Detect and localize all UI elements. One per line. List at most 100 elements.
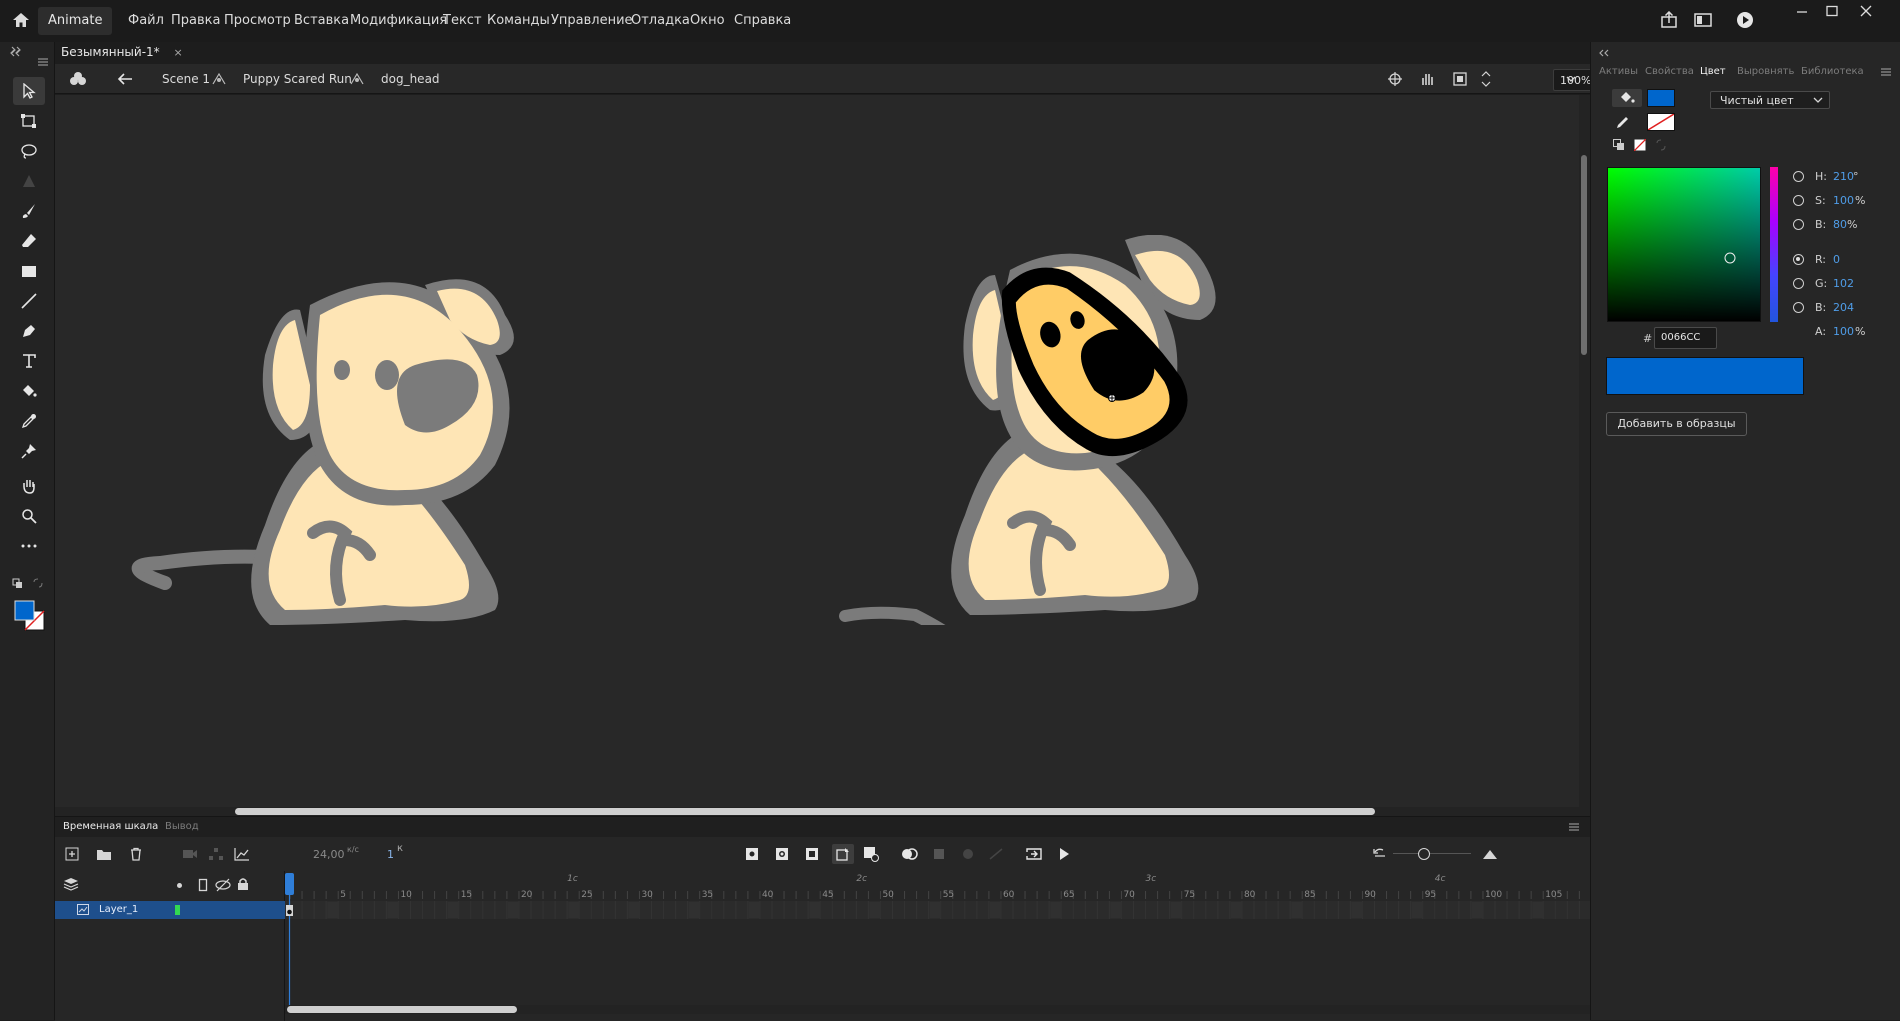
highlight-layers-icon[interactable]	[177, 883, 182, 888]
add-to-swatches-button[interactable]: Добавить в образцы	[1606, 412, 1747, 436]
stroke-color-swatch[interactable]	[1647, 113, 1675, 131]
hide-layers-icon[interactable]	[215, 878, 231, 892]
tab-properties[interactable]: Свойства	[1645, 66, 1694, 77]
breadcrumb-dog-head[interactable]: dog_head	[381, 72, 440, 86]
document-tab[interactable]: Безымянный-1* ×	[61, 45, 183, 63]
menu-debug[interactable]: Отладка	[631, 13, 690, 28]
rotate-stage-icon[interactable]	[1419, 71, 1437, 87]
stroke-fill-swatch[interactable]	[14, 600, 46, 632]
back-arrow-icon[interactable]	[117, 72, 133, 86]
test-movie-icon[interactable]	[1736, 11, 1754, 29]
tab-assets[interactable]: Активы	[1599, 66, 1638, 77]
center-stage-icon[interactable]	[1387, 71, 1403, 87]
no-color-icon[interactable]	[1634, 139, 1646, 151]
pin-tool-icon[interactable]	[13, 437, 45, 465]
home-icon[interactable]	[12, 12, 30, 28]
insert-keyframe-icon[interactable]	[743, 846, 761, 862]
auto-keyframe-icon[interactable]	[832, 844, 854, 864]
tab-color[interactable]: Цвет	[1700, 66, 1726, 77]
tab-library[interactable]: Библиотека	[1801, 66, 1864, 77]
tab-timeline[interactable]: Временная шкала	[63, 821, 158, 832]
alpha-value[interactable]: 100	[1833, 325, 1854, 338]
app-name-tab[interactable]: Animate	[38, 7, 113, 35]
breadcrumb-puppy-symbol[interactable]: Puppy Scared Run	[243, 72, 352, 86]
radio-red[interactable]	[1793, 254, 1804, 265]
layer-name[interactable]: Layer_1	[99, 904, 138, 915]
timeline-scroll-thumb[interactable]	[287, 1006, 517, 1013]
timeline-horizontal-scrollbar[interactable]	[285, 1005, 1590, 1014]
swap-colors-icon[interactable]	[33, 578, 43, 588]
panel-menu-icon[interactable]	[1881, 68, 1891, 76]
frame-zoom-slider[interactable]	[1393, 853, 1471, 854]
rectangle-tool-icon[interactable]	[13, 257, 45, 285]
workspace-icon[interactable]	[1694, 12, 1712, 28]
vertical-scroll-thumb[interactable]	[1581, 155, 1587, 355]
insert-blank-frame-icon[interactable]	[862, 846, 880, 862]
black-white-icon[interactable]	[1613, 139, 1625, 151]
fill-color-swatch[interactable]	[1647, 89, 1675, 107]
hue-slider[interactable]	[1769, 167, 1779, 322]
menu-commands[interactable]: Команды	[487, 13, 550, 28]
line-tool-icon[interactable]	[13, 287, 45, 315]
frames-area[interactable]: 5 10 15 20 25 30 35 40 45 50 55 60 65 70 75 80 85 90 95 100…	[285, 871, 1590, 1021]
default-colors-icon[interactable]	[12, 578, 24, 590]
loop-playback-icon[interactable]	[1025, 846, 1043, 862]
fps-value[interactable]: 24,00	[313, 848, 345, 861]
new-layer-icon[interactable]	[63, 846, 81, 862]
free-transform-tool-icon[interactable]	[13, 107, 45, 135]
stage-canvas[interactable]	[55, 95, 1579, 807]
stage-vertical-scrollbar[interactable]	[1579, 95, 1590, 807]
frame-zoom-handle[interactable]	[1418, 848, 1430, 860]
menu-text[interactable]: Текст	[443, 13, 482, 28]
outline-layers-icon[interactable]	[198, 878, 208, 892]
zoom-frames-icon[interactable]	[1481, 846, 1499, 862]
lock-layers-icon[interactable]	[237, 877, 249, 891]
menu-modify[interactable]: Модификация	[350, 13, 447, 28]
red-value[interactable]: 0	[1833, 253, 1840, 266]
tab-align[interactable]: Выровнять	[1737, 66, 1794, 77]
stroke-pencil-icon[interactable]	[1615, 114, 1631, 130]
saturation-value[interactable]: 100	[1833, 194, 1854, 207]
fill-color-toggle[interactable]	[1612, 89, 1642, 107]
play-icon[interactable]	[1055, 846, 1073, 862]
stage-horizontal-scrollbar[interactable]	[55, 807, 1590, 816]
expand-panels-icon[interactable]	[11, 45, 21, 55]
radio-saturation[interactable]	[1793, 195, 1804, 206]
tools-menu-icon[interactable]	[38, 58, 48, 66]
menu-file[interactable]: Файл	[128, 13, 164, 28]
layer-row[interactable]: Layer_1	[55, 901, 285, 919]
brush-tool-icon[interactable]	[13, 197, 45, 225]
current-frame[interactable]: 1	[387, 848, 394, 861]
menu-view[interactable]: Просмотр	[224, 13, 291, 28]
more-tools-icon[interactable]	[13, 532, 45, 560]
maximize-icon[interactable]	[1825, 5, 1839, 17]
onion-skin-icon[interactable]	[901, 846, 919, 862]
zoom-tool-icon[interactable]	[13, 502, 45, 530]
new-folder-icon[interactable]	[95, 846, 113, 862]
color-picker-field[interactable]	[1607, 167, 1761, 322]
lasso-tool-icon[interactable]	[13, 137, 45, 165]
insert-blank-keyframe-icon[interactable]	[773, 846, 791, 862]
minimize-icon[interactable]	[1795, 6, 1809, 18]
paint-bucket-tool-icon[interactable]	[13, 377, 45, 405]
hand-tool-icon[interactable]	[13, 472, 45, 500]
selection-tool-icon[interactable]	[13, 77, 45, 105]
menu-help[interactable]: Справка	[734, 13, 791, 28]
radio-brightness[interactable]	[1793, 219, 1804, 230]
layer-color-tag[interactable]	[175, 905, 180, 915]
radio-hue[interactable]	[1793, 171, 1804, 182]
close-window-icon[interactable]	[1859, 5, 1873, 17]
zoom-dropdown-icon[interactable]	[1565, 74, 1577, 84]
text-tool-icon[interactable]	[13, 347, 45, 375]
menu-control[interactable]: Управление	[551, 13, 633, 28]
eyedropper-tool-icon[interactable]	[13, 407, 45, 435]
menu-window[interactable]: Окно	[690, 13, 725, 28]
eraser-tool-icon[interactable]	[13, 227, 45, 255]
zoom-stepper-icon[interactable]	[1481, 69, 1491, 89]
delete-layer-icon[interactable]	[127, 846, 145, 862]
close-document-icon[interactable]: ×	[174, 46, 183, 59]
tab-output[interactable]: Вывод	[165, 821, 199, 832]
pen-tool-icon[interactable]	[13, 317, 45, 345]
menu-edit[interactable]: Правка	[171, 13, 220, 28]
scene-icon[interactable]	[69, 70, 87, 88]
